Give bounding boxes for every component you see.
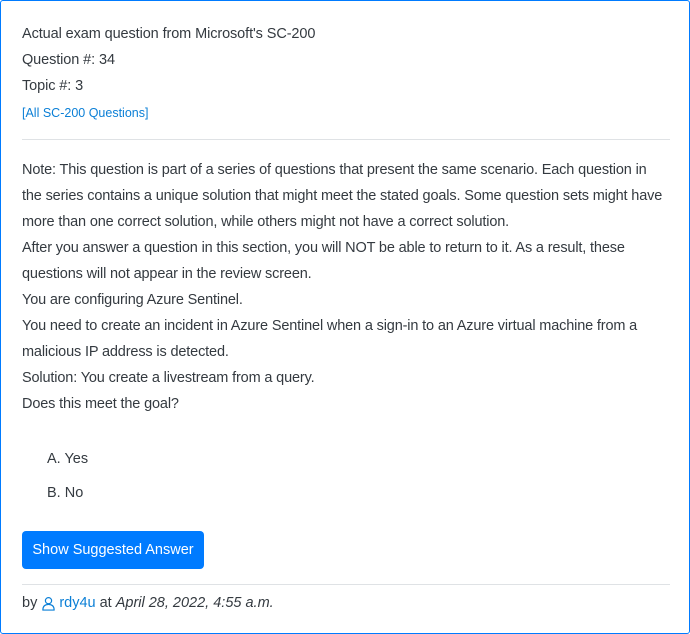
question-body: Note: This question is part of a series … xyxy=(22,157,670,417)
question-paragraph: After you answer a question in this sect… xyxy=(22,240,625,282)
choice-a[interactable]: A. Yes xyxy=(47,446,647,480)
question-header: Actual exam question from Microsoft's SC… xyxy=(22,21,670,125)
choice-b[interactable]: B. No xyxy=(47,480,647,514)
topic-number: Topic #: 3 xyxy=(22,78,84,94)
question-paragraph: You are configuring Azure Sentinel. xyxy=(22,292,243,308)
question-paragraph: Does this meet the goal? xyxy=(22,396,179,412)
question-card: Actual exam question from Microsoft's SC… xyxy=(0,0,690,634)
question-number: Question #: 34 xyxy=(22,52,115,68)
author-link[interactable]: rdy4u xyxy=(41,591,96,615)
question-paragraph: Solution: You create a livestream from a… xyxy=(22,370,315,386)
question-paragraph: You need to create an incident in Azure … xyxy=(22,318,638,360)
footer-divider xyxy=(22,584,670,585)
post-footer: by rdy4u at April 28, 2022, 4:55 a.m. xyxy=(22,591,670,615)
user-icon xyxy=(42,596,56,611)
show-suggested-answer-button[interactable]: Show Suggested Answer xyxy=(22,531,204,569)
by-label: by xyxy=(22,595,38,611)
exam-title: Actual exam question from Microsoft's SC… xyxy=(22,26,316,42)
author-name: rdy4u xyxy=(59,595,96,611)
all-questions-link[interactable]: [All SC-200 Questions] xyxy=(22,101,148,125)
at-label: at xyxy=(99,595,112,611)
header-divider xyxy=(22,139,670,140)
post-date: April 28, 2022, 4:55 a.m. xyxy=(115,595,274,611)
answer-choices: A. Yes B. No xyxy=(47,446,647,514)
question-paragraph: Note: This question is part of a series … xyxy=(22,162,663,230)
